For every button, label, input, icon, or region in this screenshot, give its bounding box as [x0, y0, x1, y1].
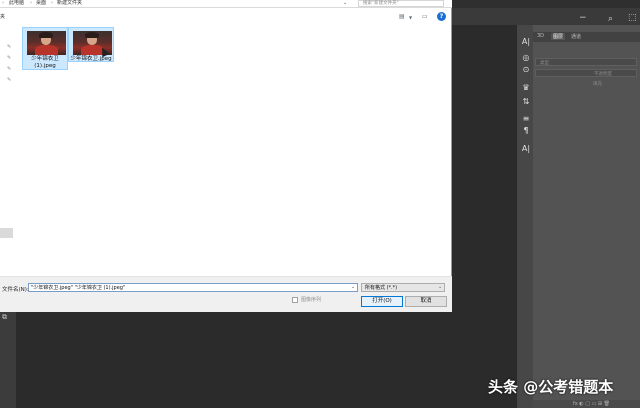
open-button[interactable]: 打开(O)	[361, 296, 403, 307]
properties-icon[interactable]: ≡	[521, 114, 531, 124]
breadcrumb-this-pc[interactable]: 此电脑	[9, 0, 24, 7]
ps-options-bar	[452, 0, 640, 8]
minimize-icon[interactable]: −	[579, 13, 587, 23]
search-input[interactable]: 搜索"新建文件夹"	[358, 0, 444, 7]
thumb-hair	[39, 32, 53, 38]
file-thumbnail	[27, 31, 66, 55]
file-item[interactable]: 少年锦衣卫 (1).jpeg	[22, 27, 68, 70]
search-icon[interactable]: ⌕	[608, 14, 613, 24]
tab-channels[interactable]: 通道	[571, 33, 581, 40]
ps-panel-tabs: 3D 图层 通道	[533, 32, 640, 42]
ps-panel-toolstrip: A| ◎ ⊙ ♛ ⇅ ≡ ¶ A|	[516, 25, 533, 408]
brush-icon[interactable]: ♛	[521, 83, 531, 93]
cancel-button[interactable]: 取消	[405, 296, 447, 307]
address-bar[interactable]: › 此电脑 › 桌面 › 新建文件夹 ⌄ 搜索"新建文件夹"	[0, 0, 452, 8]
swatches-icon[interactable]: ⊙	[521, 65, 531, 75]
thumb-figure	[35, 45, 58, 55]
filename-label: 文件名(N):	[2, 287, 29, 293]
filter-kind-label: 类型	[540, 61, 549, 66]
file-name: 少年锦衣卫 (1).jpeg	[31, 56, 59, 69]
chevron-down-icon[interactable]: ⌄	[438, 284, 442, 290]
image-sequence-checkbox[interactable]	[292, 297, 298, 303]
pin-icon: ✎	[7, 77, 12, 83]
blend-row[interactable]: 不透明度	[535, 69, 637, 77]
new-folder-button[interactable]: 夹	[0, 13, 5, 20]
thumb-hair	[85, 32, 99, 38]
layers-bottom-bar: fx ◐ ▢ ▭ ⊞ 🗑	[533, 400, 640, 408]
open-file-dialog: › 此电脑 › 桌面 › 新建文件夹 ⌄ 搜索"新建文件夹" 夹 ▤ ▼ ▭ ?…	[0, 0, 452, 312]
paragraph-icon[interactable]: ¶	[521, 126, 531, 136]
dialog-toolbar: 夹 ▤ ▼ ▭ ?	[0, 10, 452, 24]
pin-icon: ✎	[7, 44, 12, 50]
layer-filter-row[interactable]: 类型	[535, 58, 637, 66]
preview-pane-icon[interactable]: ▭	[422, 13, 428, 20]
pin-icon: ✎	[7, 55, 12, 61]
help-icon[interactable]: ?	[437, 12, 446, 21]
file-list: 少年锦衣卫 (1).jpeg 少年锦衣卫.jpeg	[17, 24, 452, 276]
fill-label: 填充	[593, 82, 602, 87]
breadcrumb-new-folder[interactable]: 新建文件夹	[57, 0, 82, 7]
pin-icon: ✎	[7, 66, 12, 72]
filename-input[interactable]: "少年锦衣卫.jpeg" "少年锦衣卫 (1).jpeg"	[28, 283, 358, 292]
chevron-right-icon[interactable]: ›	[51, 0, 53, 7]
arrange-documents-icon[interactable]: ⧉	[2, 313, 12, 321]
address-dropdown-icon[interactable]: ⌄	[343, 0, 347, 6]
chevron-right-icon: ›	[2, 0, 4, 6]
nav-scroll-thumb[interactable]	[0, 228, 13, 238]
chevron-down-icon[interactable]: ⌄	[351, 284, 355, 290]
chevron-right-icon[interactable]: ›	[30, 0, 32, 7]
dialog-footer: 文件名(N): "少年锦衣卫.jpeg" "少年锦衣卫 (1).jpeg" ⌄ …	[0, 276, 452, 312]
layer-actions-icons[interactable]: fx ◐ ▢ ▭ ⊞ 🗑	[573, 401, 610, 407]
glyphs-icon[interactable]: A|	[521, 144, 531, 154]
opacity-label: 不透明度	[594, 72, 612, 77]
chevron-down-icon[interactable]: ▼	[409, 15, 412, 20]
tab-3d[interactable]: 3D	[537, 33, 544, 39]
navigation-pane: ✎ ✎ ✎ ✎	[0, 25, 16, 275]
lock-row: 填充	[535, 80, 637, 88]
watermark-text: 头条 @公考错题本	[488, 378, 614, 396]
window-menu-icon[interactable]: ⬚	[628, 13, 637, 23]
file-name: 少年锦衣卫.jpeg	[70, 56, 112, 62]
breadcrumb-desktop[interactable]: 桌面	[36, 0, 46, 7]
image-sequence-label: 图像序列	[301, 297, 322, 303]
file-type-select[interactable]: 所有格式 (*.*)	[361, 283, 445, 292]
tab-layers[interactable]: 图层	[551, 33, 566, 40]
file-item[interactable]: 少年锦衣卫.jpeg	[68, 27, 114, 62]
color-icon[interactable]: ◎	[521, 53, 531, 63]
view-options-icon[interactable]: ▤	[399, 13, 405, 20]
adjustments-icon[interactable]: ⇅	[521, 97, 531, 107]
character-icon[interactable]: A|	[521, 37, 531, 47]
